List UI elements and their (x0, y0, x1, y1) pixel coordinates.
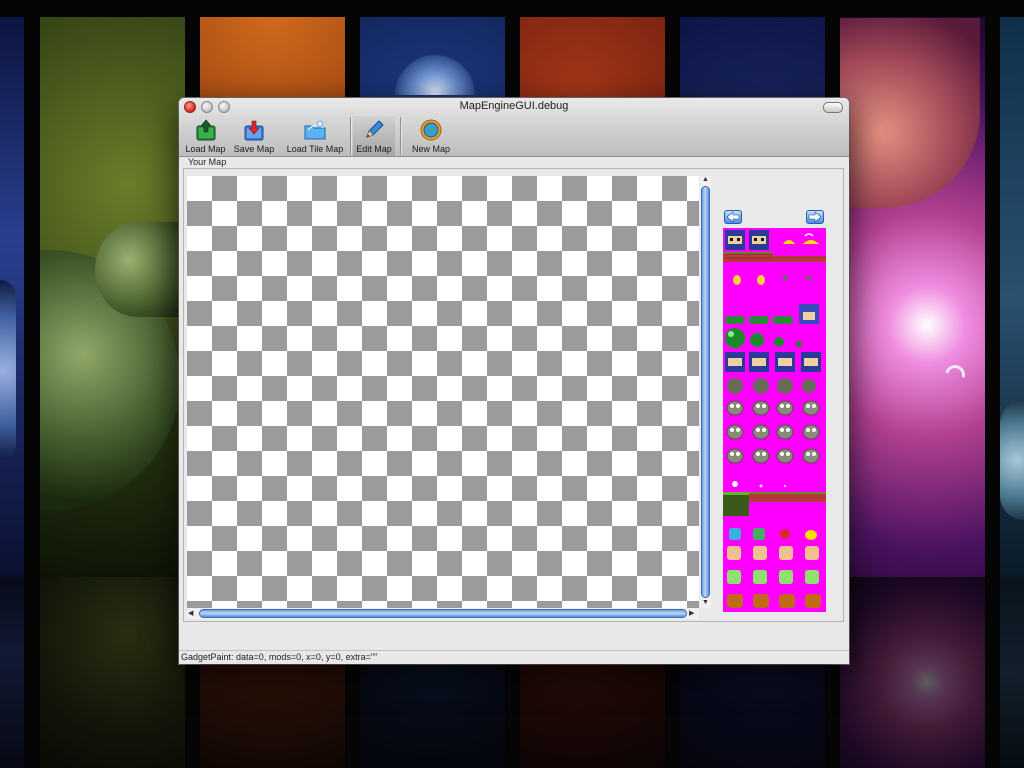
load-map-icon (194, 118, 218, 142)
tileset-next-button[interactable] (806, 210, 824, 224)
status-text: GadgetPaint: data=0, mods=0, x=0, y=0, e… (181, 652, 378, 662)
save-map-icon (242, 118, 266, 142)
arrow-left-icon (726, 211, 740, 223)
save-map-button[interactable]: Save Map (233, 116, 275, 156)
status-bar: GadgetPaint: data=0, mods=0, x=0, y=0, e… (179, 650, 849, 664)
window-title: MapEngineGUI.debug (459, 100, 569, 112)
globe-gear-icon (419, 118, 443, 142)
map-horizontal-scrollbar[interactable]: ◀ ▶ (187, 608, 699, 619)
load-tile-map-button[interactable]: Load Tile Map (282, 116, 348, 156)
load-tile-map-label: Load Tile Map (286, 144, 344, 154)
new-map-label: New Map (411, 144, 450, 154)
tileset-prev-button[interactable] (724, 210, 742, 224)
pencil-icon (362, 118, 386, 142)
toolbar-separator (400, 117, 401, 155)
your-map-label: Your Map (188, 157, 227, 167)
load-tile-map-icon (303, 118, 327, 142)
toolbar-toggle-icon[interactable] (823, 102, 843, 113)
scroll-right-icon[interactable]: ▶ (689, 610, 694, 618)
arrow-right-icon (808, 211, 822, 223)
load-map-label: Load Map (185, 144, 226, 154)
title-bar[interactable]: MapEngineGUI.debug Load Map Save Map Loa… (179, 98, 849, 157)
tile-sprites (723, 230, 826, 608)
vertical-scroll-thumb[interactable] (701, 186, 710, 598)
new-map-button[interactable]: New Map (408, 116, 454, 156)
edit-map-label: Edit Map (356, 144, 392, 154)
scroll-left-icon[interactable]: ◀ (188, 610, 193, 618)
scroll-up-icon[interactable]: ▲ (702, 176, 709, 184)
tileset-palette[interactable] (723, 228, 826, 612)
map-canvas[interactable] (187, 176, 699, 608)
toolbar-separator (350, 117, 351, 155)
map-vertical-scrollbar[interactable]: ▲ ▼ (700, 176, 711, 608)
toolbar: Load Map Save Map Load Tile Map Edit Map… (179, 116, 849, 156)
scroll-down-icon[interactable]: ▼ (702, 599, 709, 607)
save-map-label: Save Map (233, 144, 275, 154)
horizontal-scroll-thumb[interactable] (199, 609, 687, 618)
load-map-button[interactable]: Load Map (183, 116, 228, 156)
edit-map-button[interactable]: Edit Map (353, 116, 395, 156)
